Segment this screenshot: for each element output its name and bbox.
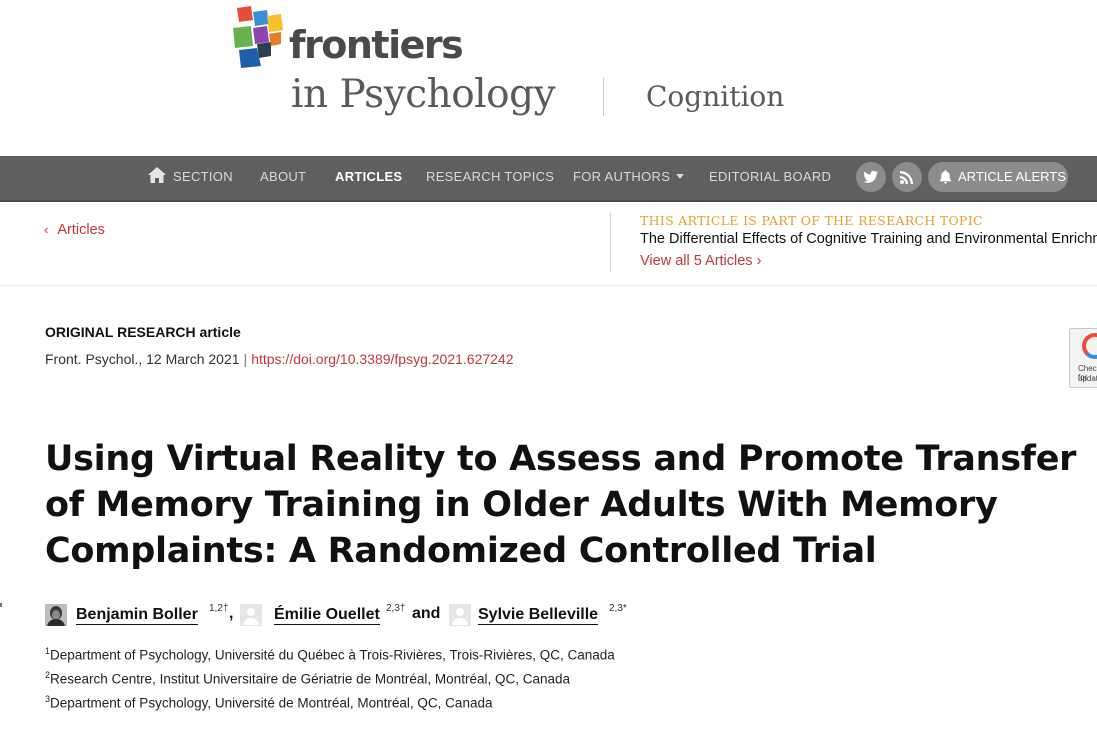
author-name[interactable]: Benjamin Boller — [76, 605, 198, 625]
avatar[interactable] — [45, 604, 67, 626]
bell-icon — [939, 170, 952, 184]
avatar-placeholder[interactable] — [240, 604, 262, 626]
author-affiliation-sup: 2,3† — [386, 603, 406, 614]
brand-wordmark[interactable]: frontiers — [289, 22, 464, 68]
article-alerts-label: ARTICLE ALERTS — [958, 169, 1066, 184]
nav-section[interactable]: SECTION — [173, 156, 233, 200]
author-affiliation-sup: 2,3* — [609, 603, 627, 614]
main-navbar: SECTION ABOUT ARTICLES RESEARCH TOPICS F… — [0, 156, 1097, 202]
home-icon[interactable] — [148, 167, 166, 183]
affiliation-text: Research Centre, Institut Universitaire … — [50, 671, 570, 687]
back-to-articles-link[interactable]: ‹ Articles — [44, 222, 105, 238]
nav-for-authors-label: FOR AUTHORS — [573, 169, 671, 184]
chevron-left-icon: ‹ — [44, 222, 49, 237]
view-all-articles-link[interactable]: View all 5 Articles › — [640, 253, 761, 269]
twitter-button[interactable] — [856, 162, 886, 192]
section-name[interactable]: Cognition — [646, 80, 784, 114]
avatar-placeholder[interactable] — [449, 604, 471, 626]
nav-research-topics[interactable]: RESEARCH TOPICS — [426, 156, 554, 200]
affiliation-item: 3Department of Psychology, Université de… — [45, 694, 492, 711]
crossmark-badge[interactable]: Check for updates — [1069, 328, 1097, 388]
crossmark-icon — [1082, 333, 1097, 359]
author-name[interactable]: Sylvie Belleville — [478, 605, 599, 625]
header-divider — [603, 78, 604, 116]
article-type: ORIGINAL RESEARCH article — [45, 324, 241, 340]
article-title: Using Virtual Reality to Assess and Prom… — [45, 439, 1077, 571]
affiliation-item: 1Department of Psychology, Université du… — [45, 646, 615, 663]
nav-editorial-board[interactable]: EDITORIAL BOARD — [709, 156, 831, 200]
twitter-icon — [863, 170, 878, 183]
crossmark-line2: updates — [1078, 374, 1097, 383]
nav-about[interactable]: ABOUT — [260, 156, 306, 200]
back-link-label: Articles — [57, 222, 105, 238]
affiliation-text: Department of Psychology, Université du … — [50, 647, 615, 663]
journal-name[interactable]: in Psychology — [291, 72, 556, 118]
nav-for-authors[interactable]: FOR AUTHORS — [573, 156, 685, 200]
journal-reference: Front. Psychol., 12 March 2021 — [45, 351, 240, 367]
research-topic-kicker: THIS ARTICLE IS PART OF THE RESEARCH TOP… — [640, 213, 983, 228]
author-separator: , — [229, 605, 234, 622]
citation-line: Front. Psychol., 12 March 2021 | https://d… — [45, 351, 514, 367]
citation-separator: | — [243, 351, 248, 367]
chevron-down-icon — [676, 174, 685, 179]
margin-marker — [0, 603, 2, 607]
nav-articles[interactable]: ARTICLES — [335, 156, 402, 200]
frontiers-logo-icon[interactable] — [231, 6, 285, 68]
rss-button[interactable] — [892, 162, 922, 192]
rss-icon — [900, 171, 913, 184]
author-affiliation-sup: 1,2† — [209, 603, 229, 614]
doi-link[interactable]: https://doi.org/10.3389/fpsyg.2021.62724… — [251, 351, 513, 367]
affiliation-text: Department of Psychology, Université de … — [50, 695, 493, 711]
affiliation-item: 2Research Centre, Institut Universitaire… — [45, 670, 570, 687]
research-topic-title[interactable]: The Differential Effects of Cognitive Tr… — [640, 231, 1097, 247]
author-separator: and — [412, 605, 441, 622]
author-name[interactable]: Émilie Ouellet — [274, 605, 380, 625]
article-alerts-button[interactable]: ARTICLE ALERTS — [928, 162, 1068, 192]
section-divider — [0, 285, 1097, 286]
topic-divider — [610, 213, 611, 272]
